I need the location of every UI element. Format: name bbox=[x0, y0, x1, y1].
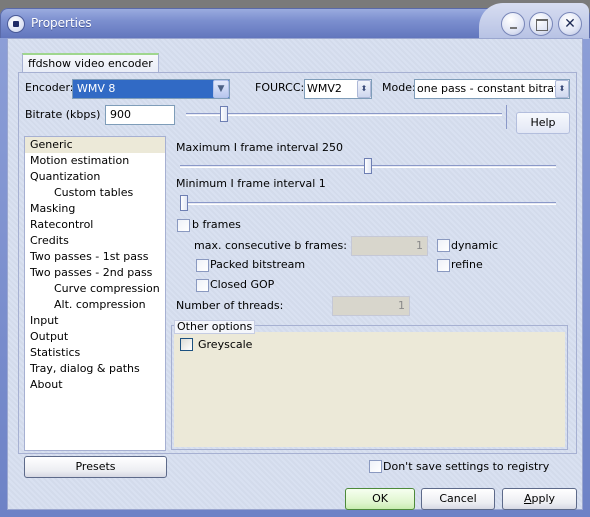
apply-accelerator: A bbox=[523, 492, 532, 505]
sidebar-item-output[interactable]: Output bbox=[25, 329, 165, 345]
apply-label-rest: pply bbox=[531, 492, 556, 505]
closed-gop-label: Closed GOP bbox=[210, 278, 275, 291]
threads-label: Number of threads: bbox=[176, 299, 284, 312]
sidebar-item-motion-estimation[interactable]: Motion estimation bbox=[25, 153, 165, 169]
system-menu-icon[interactable] bbox=[7, 15, 25, 33]
max-consecutive-b-frames-label: max. consecutive b frames: bbox=[194, 239, 347, 252]
minimize-button[interactable] bbox=[501, 12, 525, 36]
apply-button[interactable]: Apply bbox=[502, 488, 577, 510]
window-title: Properties bbox=[31, 16, 92, 30]
greyscale-checkbox[interactable] bbox=[180, 338, 193, 351]
fourcc-select[interactable]: WMV2 ⬍ bbox=[304, 79, 372, 99]
maximize-button[interactable] bbox=[529, 12, 553, 36]
encoder-value: WMV 8 bbox=[77, 82, 116, 95]
sidebar-item-custom-tables[interactable]: Custom tables bbox=[25, 185, 165, 201]
bitrate-slider[interactable] bbox=[186, 104, 502, 124]
packed-bitstream-label: Packed bitstream bbox=[210, 258, 306, 271]
mode-select[interactable]: one pass - constant bitrate ⬍ bbox=[414, 79, 570, 99]
greyscale-label: Greyscale bbox=[198, 338, 253, 351]
packed-bitstream-checkbox[interactable] bbox=[196, 259, 209, 272]
dont-save-label: Don't save settings to registry bbox=[383, 460, 550, 473]
dialog-client: ffdshow video encoder Encoder: WMV 8 ▼ F… bbox=[7, 38, 583, 510]
separator bbox=[506, 105, 507, 129]
max-i-frame-label: Maximum I frame interval 250 bbox=[176, 141, 343, 154]
properties-window: Properties ✕ ffdshow video encoder Encod… bbox=[0, 3, 590, 517]
sidebar-item-masking[interactable]: Masking bbox=[25, 201, 165, 217]
slider-thumb[interactable] bbox=[364, 158, 372, 174]
min-i-frame-label: Minimum I frame interval 1 bbox=[176, 177, 326, 190]
mode-value: one pass - constant bitrate bbox=[417, 82, 566, 95]
ok-button[interactable]: OK bbox=[345, 488, 415, 510]
b-frames-label: b frames bbox=[192, 218, 241, 231]
sidebar-item-two-passes-1st-pass[interactable]: Two passes - 1st pass bbox=[25, 249, 165, 265]
slider-track bbox=[180, 202, 556, 205]
sidebar-item-curve-compression[interactable]: Curve compression bbox=[25, 281, 165, 297]
encoder-select[interactable]: WMV 8 ▼ bbox=[72, 79, 230, 99]
title-bar[interactable]: Properties ✕ bbox=[0, 3, 590, 39]
sidebar-item-two-passes-2nd-pass[interactable]: Two passes - 2nd pass bbox=[25, 265, 165, 281]
closed-gop-checkbox[interactable] bbox=[196, 279, 209, 292]
refine-checkbox[interactable] bbox=[437, 259, 450, 272]
sidebar-item-generic[interactable]: Generic bbox=[25, 137, 165, 153]
chevron-down-icon[interactable]: ▼ bbox=[213, 80, 229, 98]
bitrate-input[interactable]: 900 bbox=[105, 105, 175, 125]
refine-label: refine bbox=[451, 258, 483, 271]
other-options-legend: Other options bbox=[174, 320, 256, 334]
sidebar-item-input[interactable]: Input bbox=[25, 313, 165, 329]
fourcc-value: WMV2 bbox=[307, 82, 342, 95]
close-button[interactable]: ✕ bbox=[558, 12, 582, 36]
sidebar-item-alt-compression[interactable]: Alt. compression bbox=[25, 297, 165, 313]
sidebar-item-about[interactable]: About bbox=[25, 377, 165, 393]
slider-thumb[interactable] bbox=[180, 195, 188, 211]
other-options-group: Other options Greyscale bbox=[171, 320, 568, 450]
min-i-frame-slider[interactable] bbox=[180, 193, 556, 213]
settings-tree[interactable]: Generic Motion estimation Quantization Cust… bbox=[24, 136, 166, 451]
dynamic-label: dynamic bbox=[451, 239, 499, 252]
presets-button[interactable]: Presets bbox=[24, 456, 167, 478]
slider-track bbox=[186, 113, 502, 116]
slider-thumb[interactable] bbox=[219, 106, 228, 122]
encoder-label: Encoder: bbox=[25, 81, 74, 94]
bitrate-label: Bitrate (kbps) bbox=[25, 108, 101, 121]
cancel-button[interactable]: Cancel bbox=[421, 488, 495, 510]
fourcc-label: FOURCC: bbox=[255, 81, 305, 94]
max-consecutive-b-frames-input[interactable]: 1 bbox=[351, 236, 428, 256]
sidebar-item-tray-dialog-paths[interactable]: Tray, dialog & paths bbox=[25, 361, 165, 377]
spinner-icon[interactable]: ⬍ bbox=[555, 80, 569, 98]
dont-save-checkbox[interactable] bbox=[369, 460, 382, 473]
max-i-frame-slider[interactable] bbox=[180, 156, 556, 176]
help-button[interactable]: Help bbox=[516, 112, 570, 134]
sidebar-item-ratecontrol[interactable]: Ratecontrol bbox=[25, 217, 165, 233]
tab-ffdshow-video-encoder[interactable]: ffdshow video encoder bbox=[22, 53, 159, 73]
sidebar-item-statistics[interactable]: Statistics bbox=[25, 345, 165, 361]
dynamic-checkbox[interactable] bbox=[437, 239, 450, 252]
sidebar-item-quantization[interactable]: Quantization bbox=[25, 169, 165, 185]
close-icon: ✕ bbox=[564, 16, 576, 32]
threads-input[interactable]: 1 bbox=[332, 296, 410, 316]
spinner-icon[interactable]: ⬍ bbox=[357, 80, 371, 98]
mode-label: Mode: bbox=[382, 81, 416, 94]
b-frames-checkbox[interactable] bbox=[177, 219, 190, 232]
sidebar-item-credits[interactable]: Credits bbox=[25, 233, 165, 249]
